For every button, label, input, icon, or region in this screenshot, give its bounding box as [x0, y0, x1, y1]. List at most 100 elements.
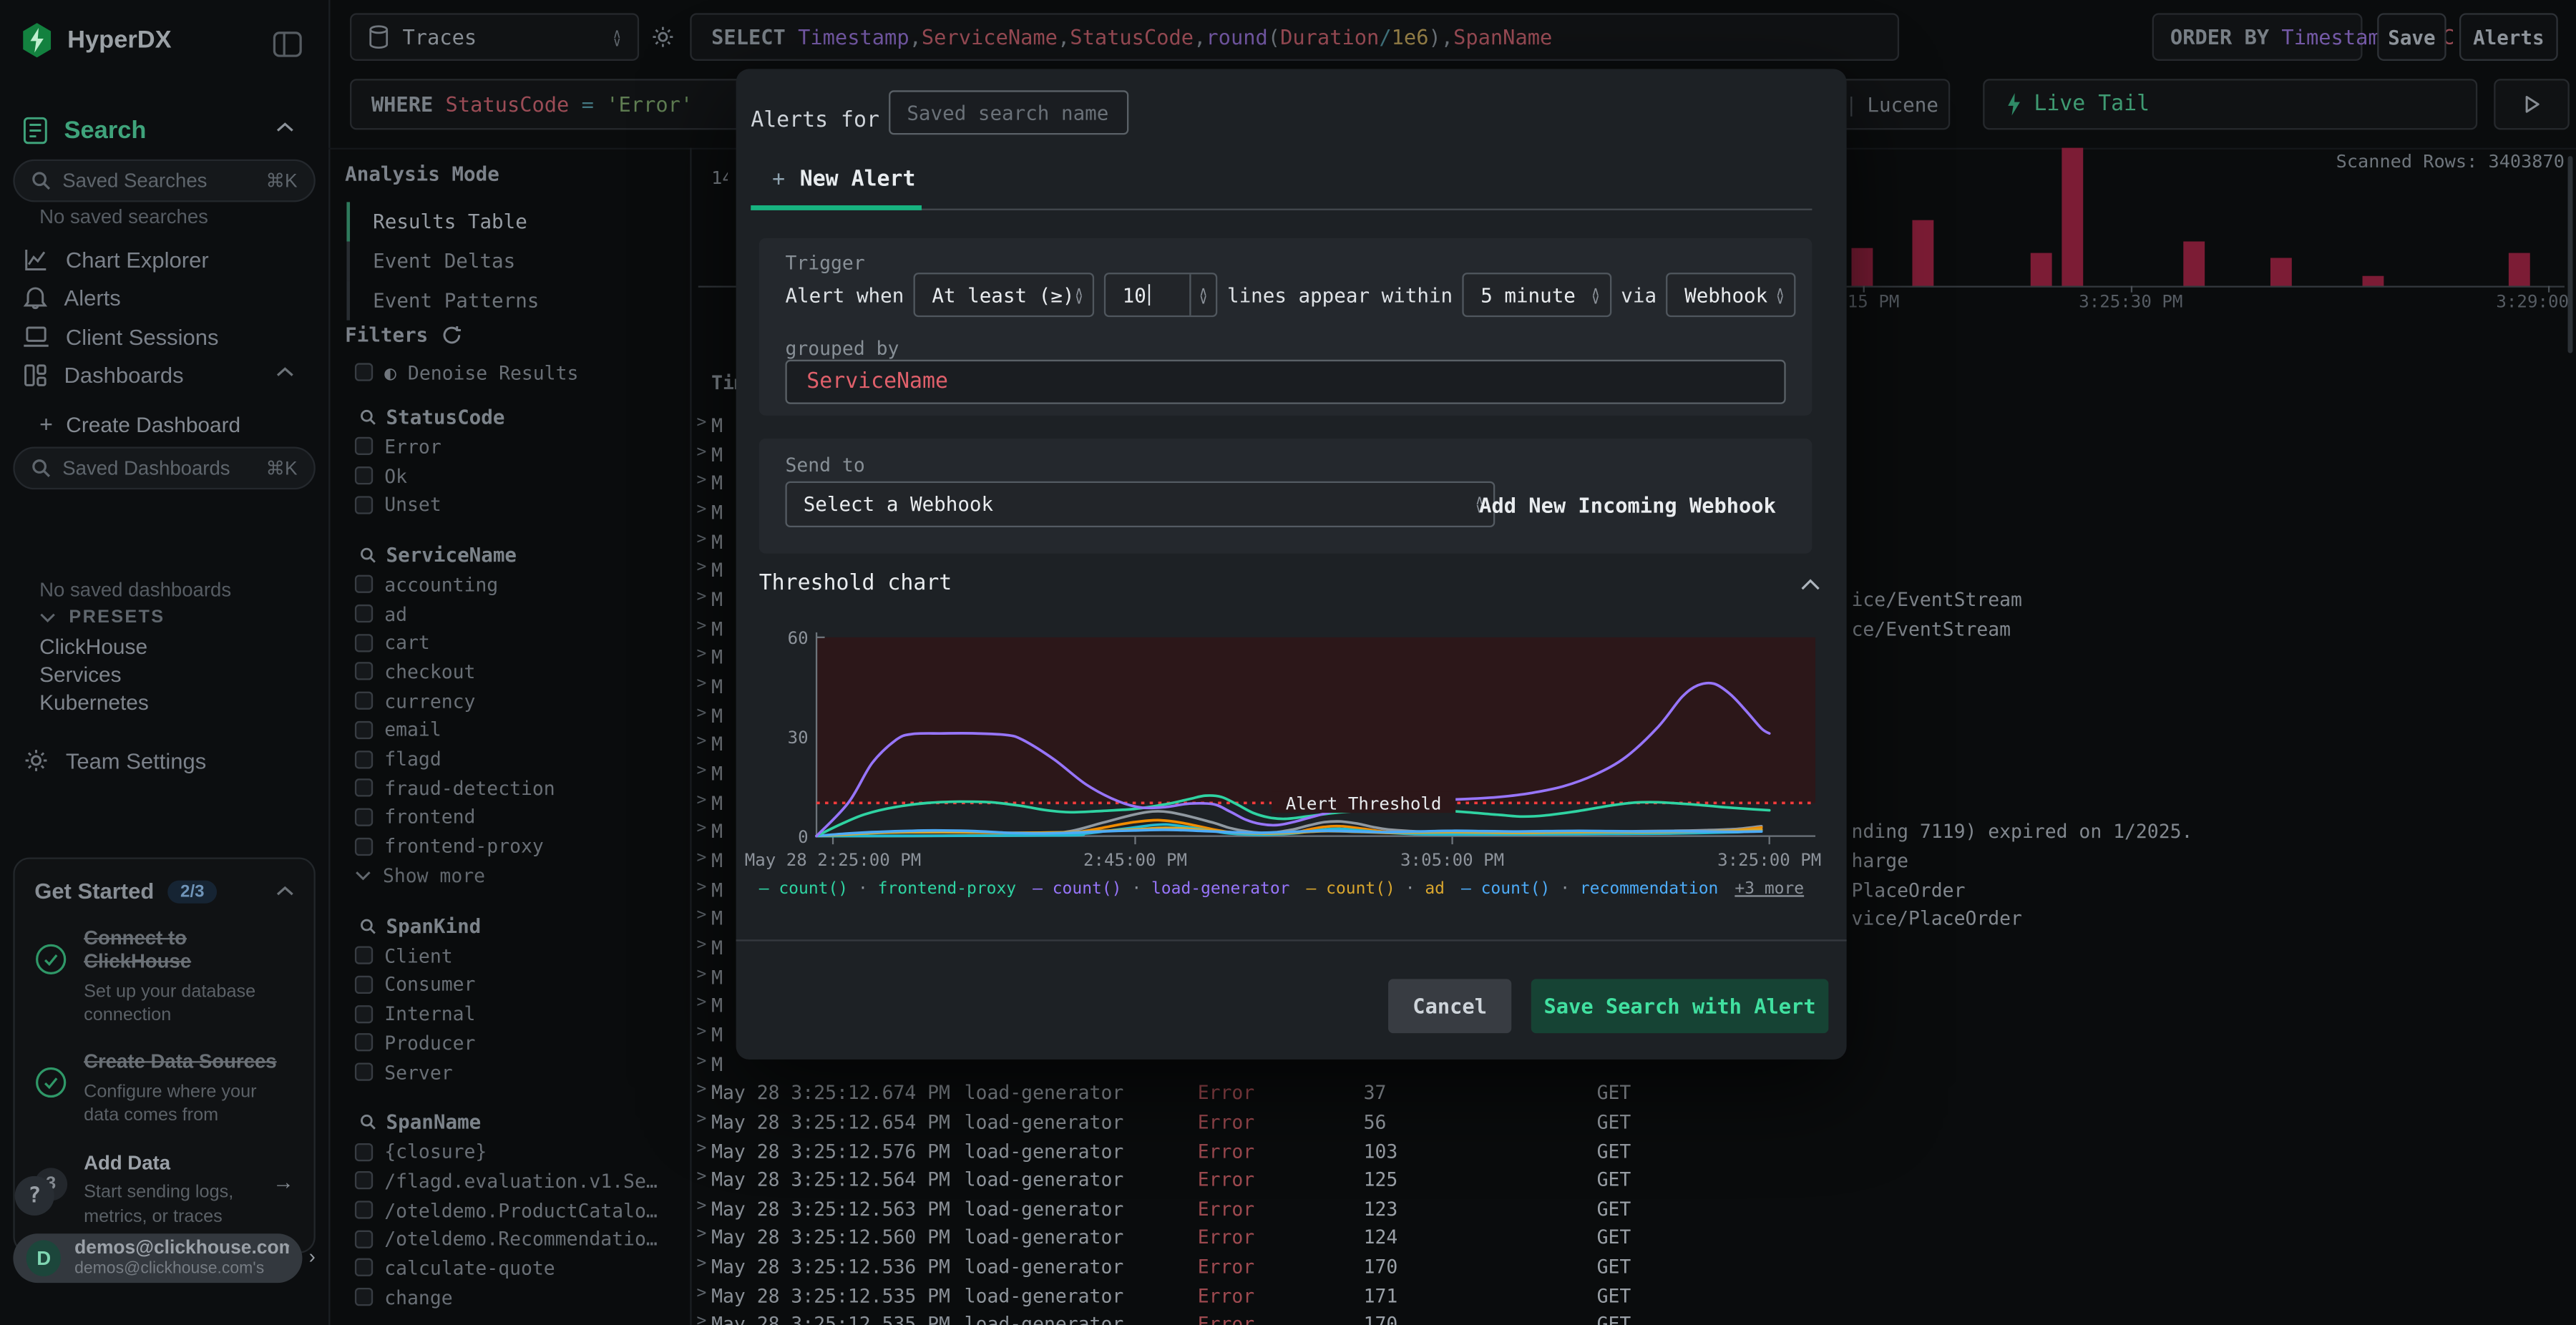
row-expand-chevron[interactable]: >: [696, 1168, 706, 1186]
filter-item[interactable]: Consumer: [328, 970, 690, 999]
filter-item[interactable]: /oteldemo.Recommendatio…: [328, 1224, 690, 1253]
row-expand-chevron[interactable]: >: [696, 849, 706, 867]
denoise-checkbox[interactable]: [354, 363, 374, 382]
select-query-input[interactable]: SELECT Timestamp, ServiceName, StatusCode,…: [690, 13, 1900, 61]
create-dashboard-button[interactable]: + Create Dashboard: [39, 409, 240, 439]
number-spinner[interactable]: ∧ ∨: [1189, 274, 1216, 316]
filter-item[interactable]: frontend: [328, 803, 690, 832]
row-expand-chevron[interactable]: >: [696, 733, 706, 751]
play-button[interactable]: [2494, 79, 2570, 130]
chevron-up-icon[interactable]: [276, 366, 294, 378]
filter-item[interactable]: Error: [328, 432, 690, 461]
filter-group-label[interactable]: StatusCode: [328, 403, 690, 432]
denoise-results-option[interactable]: ◐ Denoise Results: [328, 358, 690, 388]
filter-item[interactable]: {closure}: [328, 1138, 690, 1167]
refresh-icon[interactable]: [441, 326, 462, 346]
get-started-step[interactable]: Create Data Sources Configure where your …: [34, 1050, 294, 1128]
filter-item[interactable]: Server: [328, 1057, 690, 1087]
filter-group-label[interactable]: SpanName: [328, 1108, 690, 1137]
row-expand-chevron[interactable]: >: [696, 936, 706, 954]
row-expand-chevron[interactable]: >: [696, 559, 706, 577]
filter-checkbox[interactable]: [354, 495, 374, 514]
filter-item[interactable]: /flagd.evaluation.v1.Se…: [328, 1166, 690, 1196]
filter-checkbox[interactable]: [354, 633, 374, 652]
save-search-with-alert-button[interactable]: Save Search with Alert: [1531, 979, 1829, 1034]
table-row[interactable]: > May 28 3:25:12.535 PM load-generator Erro…: [690, 1310, 2576, 1325]
row-expand-chevron[interactable]: >: [696, 501, 706, 519]
filter-item[interactable]: /oteldemo.ProductCatalo…: [328, 1196, 690, 1225]
filter-checkbox[interactable]: [354, 1004, 374, 1023]
legend-item[interactable]: — count() · load-generator: [1033, 881, 1289, 899]
histogram-bar[interactable]: [2183, 241, 2205, 286]
order-by-input[interactable]: ORDER BY Timestamp DESC: [2152, 13, 2454, 61]
tab-event-patterns[interactable]: Event Patterns: [346, 280, 539, 321]
add-webhook-button[interactable]: Add New Incoming Webhook: [1479, 493, 1776, 517]
row-expand-chevron[interactable]: >: [696, 1313, 706, 1325]
histogram-bar[interactable]: [2362, 275, 2384, 286]
row-expand-chevron[interactable]: >: [696, 704, 706, 722]
alerts-button[interactable]: Alerts: [2459, 13, 2558, 61]
row-expand-chevron[interactable]: >: [696, 646, 706, 664]
filter-checkbox[interactable]: [354, 720, 374, 739]
row-expand-chevron[interactable]: >: [696, 588, 706, 606]
row-expand-chevron[interactable]: >: [696, 1081, 706, 1099]
filter-item[interactable]: currency: [328, 686, 690, 715]
filter-item[interactable]: fraud-detection: [328, 773, 690, 803]
table-row[interactable]: > May 28 3:25:12.563 PM load-generator Erro…: [690, 1194, 2576, 1223]
filter-checkbox[interactable]: [354, 975, 374, 994]
webhook-select[interactable]: Select a Webhook ∧ ∨: [785, 481, 1496, 527]
saved-dashboards-input[interactable]: Saved Dashboards ⌘K: [13, 446, 316, 490]
filter-item[interactable]: checkout: [328, 657, 690, 687]
table-row[interactable]: > May 28 3:25:12.560 PM load-generator Erro…: [690, 1223, 2576, 1252]
legend-item[interactable]: — count() · recommendation: [1461, 881, 1718, 899]
histogram-bar[interactable]: [2062, 147, 2084, 286]
filter-checkbox[interactable]: [354, 437, 374, 456]
save-button[interactable]: Save: [2377, 13, 2446, 61]
tab-event-deltas[interactable]: Event Deltas: [346, 241, 539, 281]
filter-item[interactable]: frontend-proxy: [328, 831, 690, 861]
filter-item[interactable]: cart: [328, 628, 690, 657]
saved-searches-input[interactable]: Saved Searches ⌘K: [13, 159, 316, 202]
row-expand-chevron[interactable]: >: [696, 1226, 706, 1244]
row-expand-chevron[interactable]: >: [696, 1052, 706, 1070]
user-menu[interactable]: D demos@clickhouse.com demos@clickhouse.…: [13, 1233, 303, 1284]
presets-toggle[interactable]: PRESETS: [39, 605, 165, 631]
scrollbar-thumb[interactable]: [2567, 156, 2573, 353]
row-expand-chevron[interactable]: >: [696, 1197, 706, 1215]
row-expand-chevron[interactable]: >: [696, 994, 706, 1012]
gear-icon[interactable]: [650, 24, 675, 49]
row-expand-chevron[interactable]: >: [696, 878, 706, 896]
row-expand-chevron[interactable]: >: [696, 762, 706, 780]
filter-checkbox[interactable]: [354, 778, 374, 798]
row-expand-chevron[interactable]: >: [696, 530, 706, 548]
source-select[interactable]: Traces ∧ ∨: [350, 13, 640, 61]
filter-checkbox[interactable]: [354, 605, 374, 623]
row-expand-chevron[interactable]: >: [696, 1023, 706, 1041]
filter-item[interactable]: Producer: [328, 1028, 690, 1057]
row-expand-chevron[interactable]: >: [696, 907, 706, 925]
saved-search-name-input[interactable]: Saved search name: [889, 90, 1129, 135]
row-expand-chevron[interactable]: >: [696, 791, 706, 809]
table-row[interactable]: > May 28 3:25:12.576 PM load-generator Erro…: [690, 1136, 2576, 1165]
preset-clickhouse[interactable]: ClickHouse: [39, 634, 147, 658]
filter-checkbox[interactable]: [354, 1201, 374, 1219]
row-expand-chevron[interactable]: >: [696, 675, 706, 693]
filter-item[interactable]: ad: [328, 599, 690, 628]
filter-item[interactable]: Unset: [328, 490, 690, 519]
legend-item[interactable]: — count() · ad: [1306, 881, 1445, 899]
help-button[interactable]: ?: [14, 1175, 54, 1216]
live-tail-button[interactable]: Live Tail: [1983, 79, 2478, 130]
histogram-bar[interactable]: [2508, 253, 2530, 286]
filter-checkbox[interactable]: [354, 1230, 374, 1248]
tab-new-alert[interactable]: + New Alert: [772, 167, 915, 192]
filter-item[interactable]: accounting: [328, 570, 690, 600]
filter-checkbox[interactable]: [354, 1062, 374, 1081]
table-row[interactable]: > May 28 3:25:12.564 PM load-generator Erro…: [690, 1165, 2576, 1194]
filter-checkbox[interactable]: [354, 662, 374, 681]
row-expand-chevron[interactable]: >: [696, 1110, 706, 1128]
tab-results-table[interactable]: Results Table: [346, 202, 539, 242]
row-expand-chevron[interactable]: >: [696, 472, 706, 490]
filter-group-label[interactable]: ServiceName: [328, 541, 690, 570]
filter-item[interactable]: calculate-quote: [328, 1253, 690, 1283]
filter-checkbox[interactable]: [354, 575, 374, 594]
